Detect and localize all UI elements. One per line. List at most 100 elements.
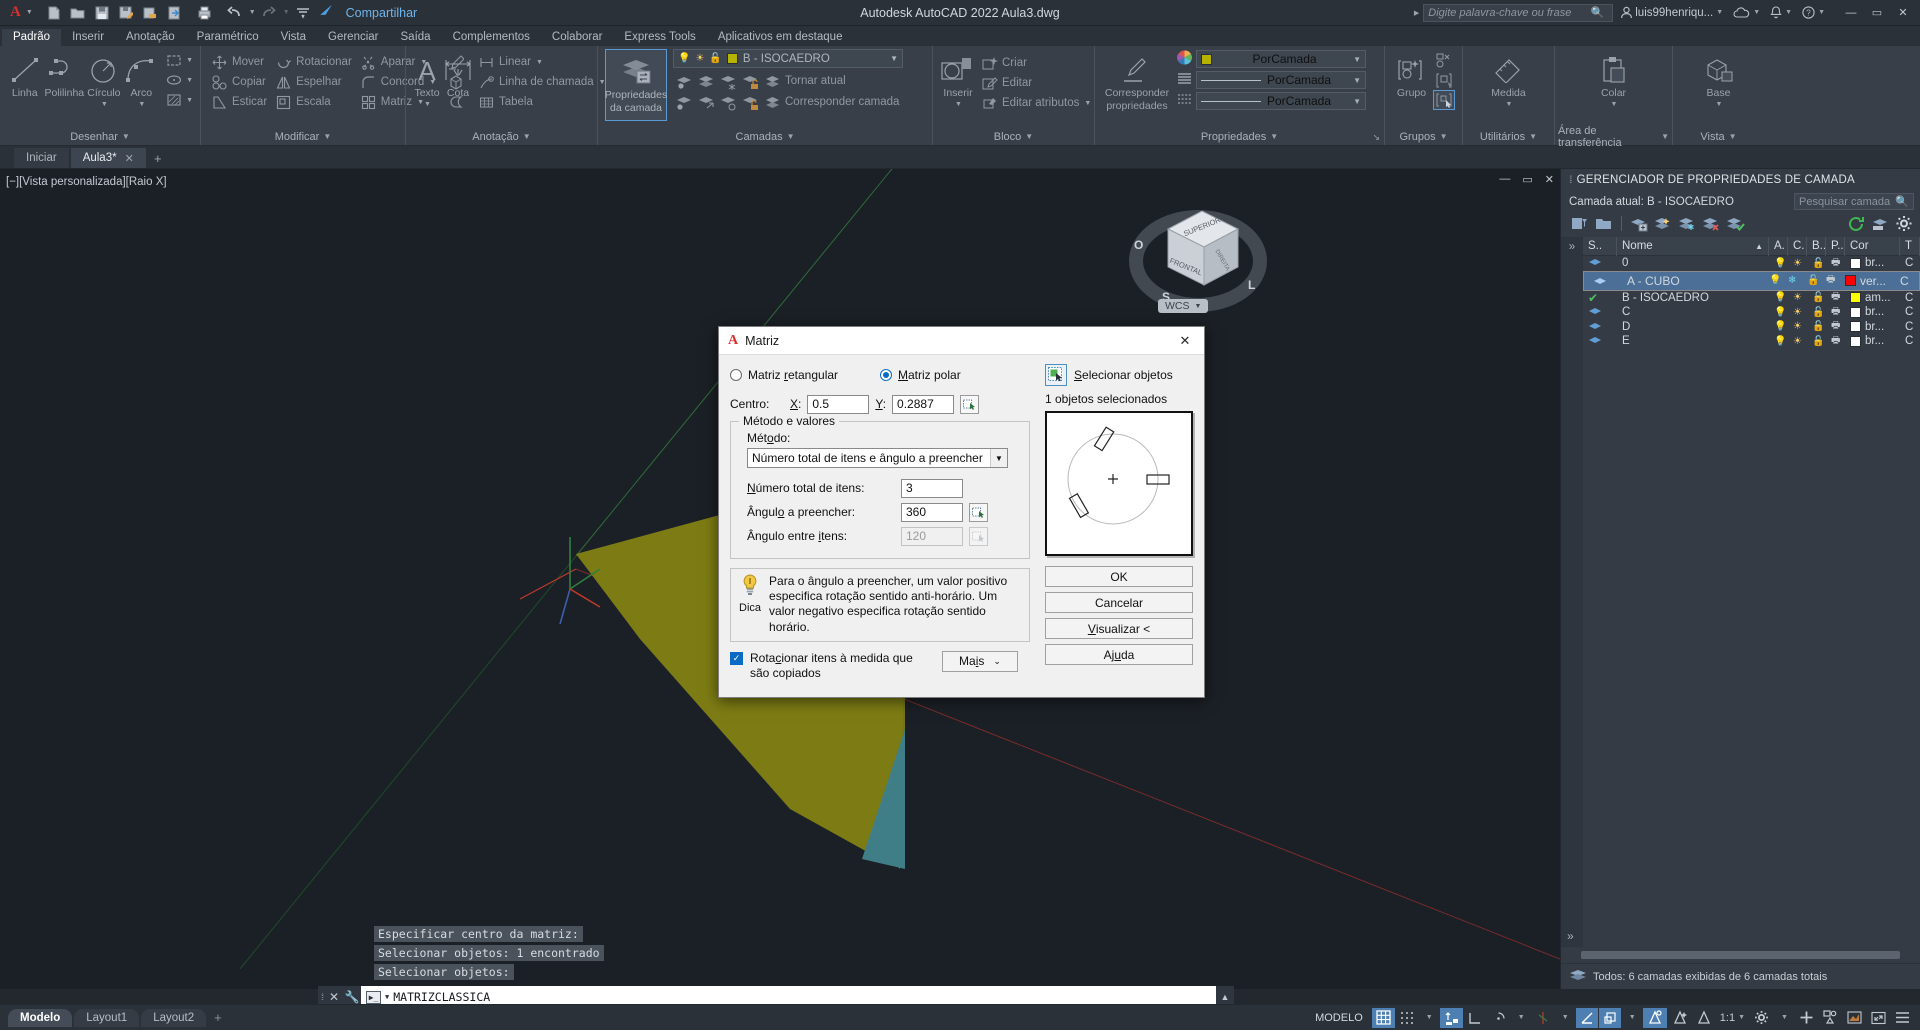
colar-chevron-icon[interactable]: ▼: [1611, 101, 1618, 109]
tool-polilinha[interactable]: Polilinha: [44, 50, 84, 100]
array-dialog[interactable]: A Matriz ✕ Matriz retangular Matriz pola…: [718, 326, 1205, 698]
ribbon-tab-parametrico[interactable]: Paramétrico: [186, 29, 270, 46]
hatch-icon[interactable]: [163, 90, 185, 110]
propriedades-dialog-launcher-icon[interactable]: ↘: [1372, 132, 1380, 143]
tool-linha[interactable]: Linha: [7, 50, 42, 100]
row-on-icon[interactable]: 💡: [1774, 258, 1786, 269]
palette-horizontal-scrollbar[interactable]: [1561, 947, 1920, 963]
radio-matriz-retangular[interactable]: Matriz retangular: [730, 368, 880, 382]
delete-layer-icon[interactable]: [1701, 214, 1722, 233]
annotation-scale-value[interactable]: 1:1 ▼: [1716, 1008, 1749, 1028]
row-linetype[interactable]: C: [1900, 320, 1920, 335]
hardware-acceleration-icon[interactable]: [1843, 1008, 1866, 1028]
open-file-icon[interactable]: [67, 3, 89, 23]
doc-tab-add-button[interactable]: +: [148, 151, 168, 168]
panel-bloco-chevron-icon[interactable]: ▼: [1025, 132, 1033, 141]
radio-matriz-polar[interactable]: Matriz polar: [880, 368, 961, 382]
tool-escala[interactable]: Escala: [272, 92, 355, 112]
row-freeze-icon[interactable]: ☀: [1793, 307, 1802, 318]
isolate-objects-icon[interactable]: [1819, 1008, 1842, 1028]
table-row[interactable]: ✔ B - ISOCAEDRO 💡 ☀ 🔓 🖶 am... C: [1583, 291, 1920, 306]
table-row[interactable]: D 💡 ☀ 🔓 🖶 br... C: [1583, 320, 1920, 335]
qat-more-icon[interactable]: [292, 3, 314, 23]
ribbon-tab-inserir[interactable]: Inserir: [61, 29, 115, 46]
color-wheel-icon[interactable]: [1177, 50, 1192, 68]
tool-texto[interactable]: A Texto ▼: [413, 50, 441, 108]
ucs-chevron-icon[interactable]: ▼: [1195, 303, 1202, 310]
group-selection-icon[interactable]: [1433, 90, 1455, 110]
total-items-input[interactable]: 3: [901, 478, 963, 498]
infer-constraints-toggle[interactable]: [1439, 1007, 1463, 1028]
row-linetype[interactable]: C: [1900, 334, 1920, 349]
panel-title-propriedades[interactable]: Propriedades ▼ ↘: [1098, 128, 1381, 145]
col-nome[interactable]: Nome ▲: [1617, 237, 1769, 256]
row-plot-icon[interactable]: 🖶: [1831, 305, 1840, 320]
3d-snap-chevron[interactable]: ▼: [1622, 1008, 1642, 1028]
snap-chevron[interactable]: ▼: [1419, 1008, 1439, 1028]
cloud-icon[interactable]: ▼: [1730, 6, 1763, 19]
object-color-chevron-icon[interactable]: ▼: [1353, 55, 1361, 64]
isometric-toggle[interactable]: [1532, 1008, 1554, 1028]
row-linetype[interactable]: C: [1900, 305, 1920, 320]
viewport-label[interactable]: [−][Vista personalizada][Raio X]: [6, 176, 167, 188]
layer-search-input[interactable]: Pesquisar camada 🔍: [1794, 193, 1914, 210]
panel-grupos-chevron-icon[interactable]: ▼: [1440, 132, 1448, 141]
redo-chevron-icon[interactable]: ▼: [283, 9, 290, 16]
tool-corresponder-propriedades[interactable]: Corresponder propriedades: [1102, 50, 1172, 112]
row-freeze-icon[interactable]: ☀: [1793, 336, 1802, 347]
command-prompt-icon[interactable]: ▶_: [366, 990, 382, 1004]
tool-tabela[interactable]: Tabela: [475, 92, 609, 112]
dialog-close-button[interactable]: ✕: [1172, 329, 1198, 353]
layer-thaw-all-icon[interactable]: [717, 92, 739, 112]
add-tools-icon[interactable]: [1795, 1008, 1818, 1028]
row-on-icon[interactable]: 💡: [1774, 321, 1786, 332]
rectangle-icon[interactable]: [163, 50, 185, 70]
scrollbar-thumb[interactable]: [1581, 951, 1900, 959]
grid-toggle[interactable]: [1371, 1007, 1395, 1028]
ribbon-tab-vista[interactable]: Vista: [270, 29, 317, 46]
ribbon-tab-complementos[interactable]: Complementos: [442, 29, 541, 46]
row-freeze-icon[interactable]: ☀: [1793, 292, 1802, 303]
row-plot-icon[interactable]: 🖶: [1831, 291, 1840, 306]
ellipse-icon[interactable]: [163, 70, 185, 90]
command-prompt-chevron-icon[interactable]: ▼: [385, 993, 389, 1001]
table-row[interactable]: A - CUBO 💡 ❄ 🔓 🖶 ver... C: [1583, 270, 1920, 291]
panel-propriedades-chevron-icon[interactable]: ▼: [1270, 132, 1278, 141]
object-color-combo[interactable]: PorCamada ▼: [1196, 50, 1366, 68]
tool-cota[interactable]: Cota: [443, 50, 473, 100]
medida-chevron-icon[interactable]: ▼: [1506, 101, 1513, 109]
close-button[interactable]: ✕: [1890, 1, 1916, 25]
linetype-chevron-icon[interactable]: ▼: [1353, 76, 1361, 85]
panel-transferencia-chevron-icon[interactable]: ▼: [1661, 132, 1669, 141]
layer-unisolate-icon[interactable]: [695, 92, 717, 112]
object-snap-toggle[interactable]: [1575, 1007, 1598, 1028]
rectangle-chevron-icon[interactable]: ▼: [186, 57, 193, 64]
tool-mover[interactable]: Mover: [208, 52, 270, 72]
panel-title-camadas[interactable]: Camadas ▼: [601, 128, 929, 145]
linetype-icon[interactable]: [1177, 71, 1192, 89]
layer-search-icon[interactable]: 🔍: [1895, 195, 1909, 208]
search-prev-icon[interactable]: ▶: [1414, 9, 1419, 17]
doc-tab-aula3[interactable]: Aula3* ✕: [70, 148, 146, 168]
layout-add-button[interactable]: +: [208, 1010, 228, 1025]
row-lock-icon[interactable]: 🔓: [1812, 321, 1824, 332]
user-name-label[interactable]: luis99henriqu...: [1635, 7, 1713, 19]
rotate-items-checkbox[interactable]: ✓: [730, 651, 743, 665]
layer-on-all-icon[interactable]: [673, 92, 695, 112]
tool-medida[interactable]: Medida ▼: [1483, 50, 1535, 108]
delete-layer-freeze-icon[interactable]: [1677, 214, 1698, 233]
row-color-swatch[interactable]: [1845, 275, 1856, 286]
hatch-chevron-icon[interactable]: ▼: [186, 97, 193, 104]
preview-button[interactable]: Visualizar <: [1045, 618, 1193, 639]
command-close-icon[interactable]: ✕: [325, 990, 343, 1004]
row-freeze-icon[interactable]: ❄: [1788, 275, 1796, 286]
viewport-minimize-icon[interactable]: —: [1499, 173, 1510, 186]
col-cor[interactable]: Cor: [1845, 237, 1900, 256]
new-layer-icon[interactable]: [1629, 214, 1650, 233]
layer-on-icon[interactable]: 💡: [678, 53, 690, 64]
row-on-icon[interactable]: 💡: [1774, 307, 1786, 318]
method-chevron-icon[interactable]: ▼: [990, 449, 1007, 467]
more-button[interactable]: Mais ⌄: [942, 650, 1018, 672]
select-objects-row[interactable]: Selecionar objetos: [1045, 364, 1193, 386]
select-objects-button[interactable]: [1045, 364, 1067, 386]
